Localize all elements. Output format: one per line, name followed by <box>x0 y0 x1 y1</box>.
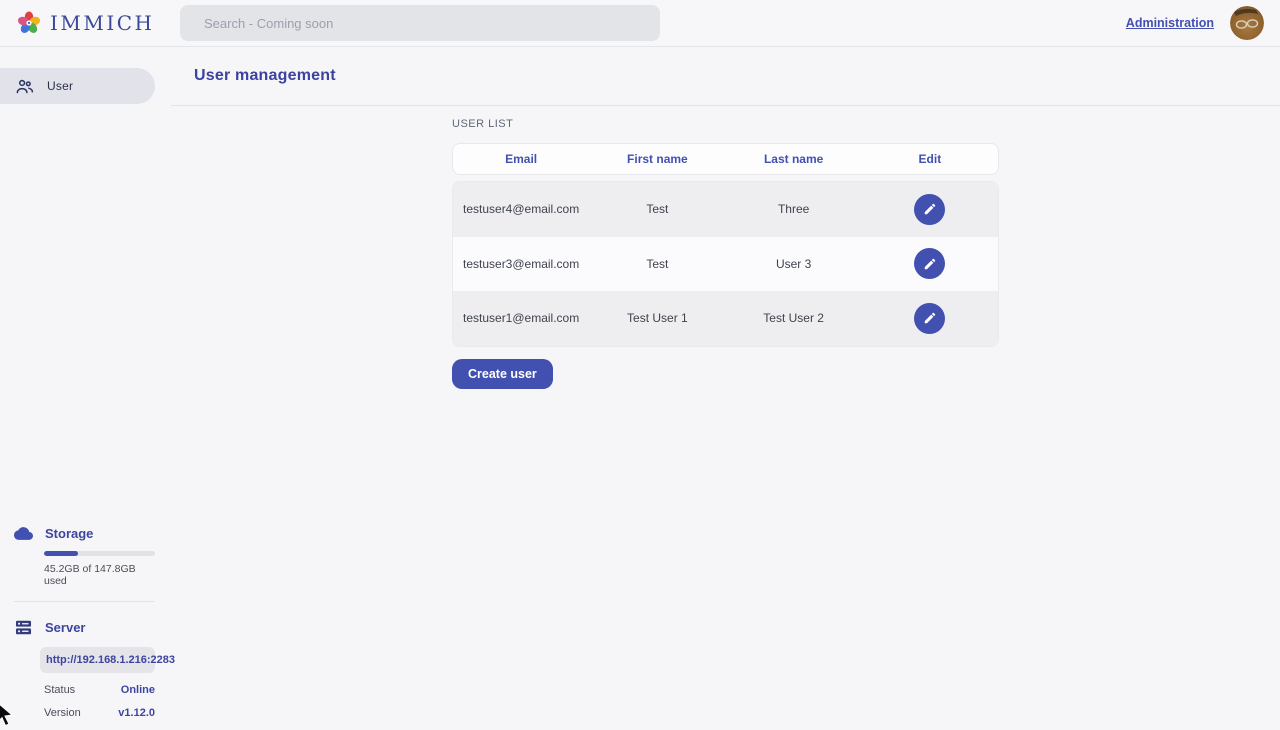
sidebar-footer: Storage 45.2GB of 147.8GB used <box>0 524 171 719</box>
server-title: Server <box>45 620 85 635</box>
table-row: testuser4@email.com Test Three <box>453 182 998 237</box>
server-url-badge: http://192.168.1.216:2283 <box>40 647 155 673</box>
pencil-icon <box>923 202 937 216</box>
cell-last-name: Test User 2 <box>726 311 862 325</box>
user-table: testuser4@email.com Test Three testuser3… <box>452 181 999 347</box>
table-row: testuser1@email.com Test User 1 Test Use… <box>453 291 998 346</box>
column-header-first-name: First name <box>589 152 725 166</box>
user-list-panel: USER LIST Email First name Last name Edi… <box>452 106 999 389</box>
avatar-photo <box>1230 6 1264 40</box>
sidebar: User Storage 45.2GB of 147.8GB used <box>0 47 171 729</box>
storage-title: Storage <box>45 526 93 541</box>
storage-usage-text: 45.2GB of 147.8GB used <box>44 563 155 587</box>
server-version-label: Version <box>44 707 81 719</box>
sidebar-divider <box>14 601 155 602</box>
server-status-label: Status <box>44 684 75 696</box>
cell-email: testuser4@email.com <box>453 202 589 216</box>
search-input[interactable] <box>180 5 660 41</box>
avatar[interactable] <box>1230 6 1264 40</box>
storage-progress-fill <box>44 551 78 556</box>
server-icon <box>14 618 33 637</box>
column-header-last-name: Last name <box>726 152 862 166</box>
cell-email: testuser1@email.com <box>453 311 589 325</box>
column-header-email: Email <box>453 152 589 166</box>
cell-last-name: Three <box>726 202 862 216</box>
pencil-icon <box>923 257 937 271</box>
server-status-row: Status Online <box>44 684 155 696</box>
cell-first-name: Test <box>589 257 725 271</box>
table-row: testuser3@email.com Test User 3 <box>453 237 998 292</box>
users-icon <box>15 77 34 96</box>
main-content: User management USER LIST Email First na… <box>171 47 1280 729</box>
storage-section: Storage 45.2GB of 147.8GB used <box>14 524 155 587</box>
top-nav-bar: IMMICH Administration <box>0 0 1280 47</box>
edit-user-button[interactable] <box>914 248 945 279</box>
pencil-icon <box>923 311 937 325</box>
column-header-edit: Edit <box>862 152 998 166</box>
storage-progress-bar <box>44 551 155 556</box>
administration-link[interactable]: Administration <box>1126 16 1214 30</box>
cell-first-name: Test <box>589 202 725 216</box>
create-user-button[interactable]: Create user <box>452 359 553 389</box>
section-title: USER LIST <box>452 118 999 130</box>
server-version-row: Version v1.12.0 <box>44 707 155 719</box>
table-header-row: Email First name Last name Edit <box>452 143 999 175</box>
immich-flower-logo-icon <box>16 10 42 36</box>
server-status-value: Online <box>121 684 155 696</box>
sidebar-item-user[interactable]: User <box>0 68 155 104</box>
app-logo[interactable]: IMMICH <box>16 10 155 36</box>
edit-user-button[interactable] <box>914 303 945 334</box>
sidebar-item-label: User <box>47 79 73 93</box>
page-title: User management <box>194 67 336 85</box>
server-version-value: v1.12.0 <box>118 707 155 719</box>
edit-user-button[interactable] <box>914 194 945 225</box>
page-header: User management <box>171 47 1280 106</box>
app-title: IMMICH <box>50 11 155 35</box>
cloud-icon <box>14 524 33 543</box>
cell-email: testuser3@email.com <box>453 257 589 271</box>
server-section: Server http://192.168.1.216:2283 Status … <box>14 618 155 719</box>
cell-first-name: Test User 1 <box>589 311 725 325</box>
cell-last-name: User 3 <box>726 257 862 271</box>
